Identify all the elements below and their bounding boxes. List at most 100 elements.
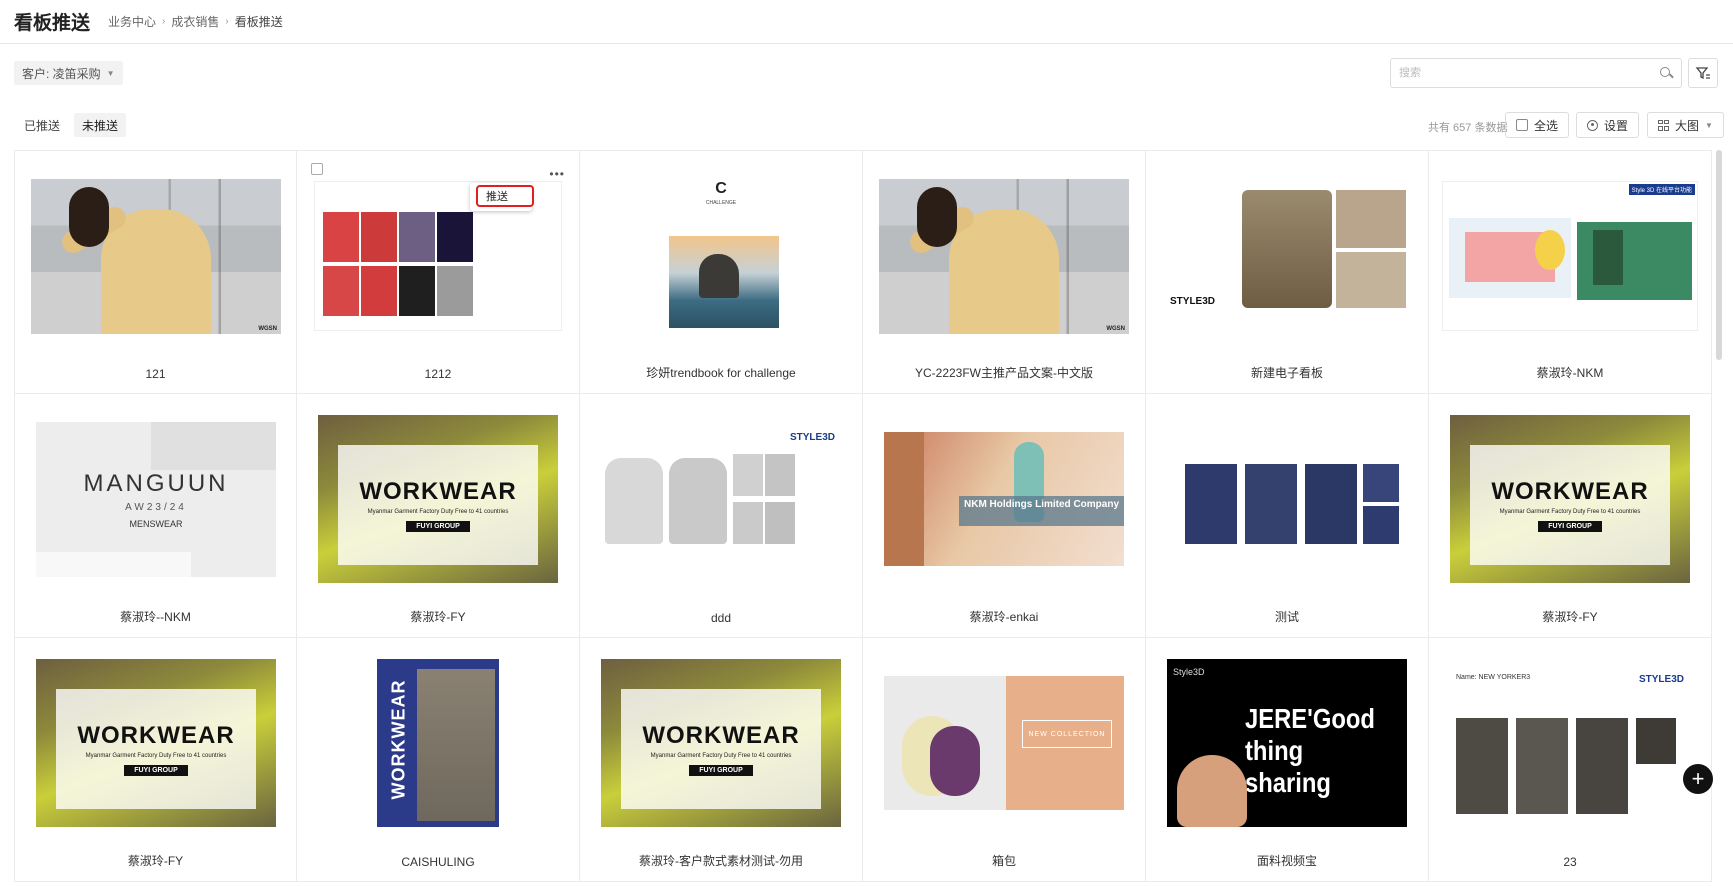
customer-select[interactable]: 客户: 凌笛采购 ▼ (14, 61, 123, 85)
hat-board: STYLE3D (1162, 176, 1412, 336)
nkm-cover: NKM Holdings Limited Company (884, 432, 1124, 566)
tab-pushed[interactable]: 已推送 (16, 113, 68, 137)
style3d-logo: STYLE3D (1638, 674, 1684, 685)
tab-not-pushed[interactable]: 未推送 (74, 113, 127, 137)
push-menu-item[interactable]: 推送 (476, 185, 534, 207)
woman-photo: WGSN (879, 178, 1129, 334)
board-card[interactable]: Style3D JERE'Good thing sharing 面料视频宝 (1146, 638, 1429, 882)
card-thumbnail[interactable] (1154, 402, 1420, 596)
card-thumbnail[interactable]: WORKWEAR Myanmar Garment Factory Duty Fr… (23, 646, 289, 840)
card-thumbnail[interactable]: Style3D JERE'Good thing sharing (1154, 646, 1420, 840)
workwear-title: WORKWEAR (77, 722, 235, 749)
breadcrumb-current: 看板推送 (234, 15, 283, 29)
select-all-checkbox[interactable] (1516, 119, 1528, 131)
board-card[interactable]: STYLE3D ddd (580, 394, 863, 638)
workwear-subtitle: Myanmar Garment Factory Duty Free to 41 … (1499, 509, 1641, 515)
card-thumbnail[interactable]: STYLE3D (588, 402, 854, 596)
nkm-text: NKM Holdings Limited Company (959, 496, 1124, 526)
workwear-vertical: WORKWEAR (388, 679, 409, 800)
workwear-subtitle: Myanmar Garment Factory Duty Free to 41 … (367, 509, 509, 515)
board-card[interactable]: MANGUUN AW23/24 MENSWEAR 蔡淑玲--NKM (14, 394, 297, 638)
manguun-logo: MANGUUN (83, 469, 229, 497)
workwear-subtitle: Myanmar Garment Factory Duty Free to 41 … (85, 753, 227, 759)
board-card[interactable]: WORKWEAR CAISHULING (297, 638, 580, 882)
board-card[interactable]: NEW COLLECTION 箱包 (863, 638, 1146, 882)
coat-title: Name: NEW YORKER3 (1456, 674, 1531, 681)
add-button[interactable]: + (1683, 764, 1713, 794)
scrollbar[interactable] (1716, 150, 1722, 360)
card-title: 蔡淑玲-FY (127, 854, 184, 868)
chevron-down-icon: ▼ (1705, 120, 1713, 130)
challenge-cover: C CHALLENGE (596, 166, 846, 346)
card-title: 测试 (1274, 610, 1299, 624)
card-title: 珍妍trendbook for challenge (646, 366, 796, 380)
card-title: 蔡淑玲-客户款式素材测试-勿用 (639, 854, 803, 868)
chevron-right-icon: › (162, 16, 166, 27)
card-title: YC-2223FW主推产品文案-中文版 (914, 366, 1093, 380)
breadcrumb-item[interactable]: 成衣销售 (171, 13, 219, 30)
board-card[interactable]: WORKWEAR Myanmar Garment Factory Duty Fr… (14, 638, 297, 882)
search-box[interactable] (1390, 58, 1682, 88)
board-card[interactable]: STYLE3D 新建电子看板 (1146, 150, 1429, 394)
breadcrumb-item[interactable]: 业务中心 (108, 13, 156, 30)
card-thumbnail[interactable]: WORKWEAR Myanmar Garment Factory Duty Fr… (1437, 402, 1703, 596)
fuyi-group-label: FUYI GROUP (124, 765, 188, 776)
card-menu: 推送 (470, 183, 534, 211)
card-thumbnail[interactable]: WORKWEAR Myanmar Garment Factory Duty Fr… (305, 402, 571, 596)
board-card[interactable]: Style 3D 在线平台功能 蔡淑玲-NKM (1429, 150, 1712, 394)
card-title: 23 (1563, 855, 1577, 869)
style3d-logo: STYLE3D (789, 432, 835, 443)
card-thumbnail[interactable]: WORKWEAR (305, 646, 571, 840)
filter-button[interactable] (1688, 58, 1718, 88)
card-thumbnail[interactable]: WGSN (871, 159, 1137, 353)
style3d-board: Style 3D 在线平台功能 (1442, 181, 1698, 331)
grid-icon (1658, 119, 1669, 131)
card-title: 蔡淑玲-FY (1542, 610, 1598, 624)
hoodie-board: STYLE3D (601, 424, 841, 574)
card-title: 121 (145, 367, 166, 381)
select-all-button[interactable]: 全选 (1505, 112, 1570, 138)
board-card[interactable]: ••• 推送 1212 (297, 150, 580, 394)
view-mode-label: 大图 (1675, 118, 1700, 133)
more-icon[interactable]: ••• (549, 167, 565, 181)
card-checkbox[interactable] (311, 163, 323, 175)
board-card[interactable]: Name: NEW YORKER3 STYLE3D 23 (1429, 638, 1712, 882)
card-title: CAISHULING (401, 855, 475, 869)
style3d-banner: Style 3D 在线平台功能 (1628, 184, 1695, 195)
board-card[interactable]: WORKWEAR Myanmar Garment Factory Duty Fr… (580, 638, 863, 882)
board-card[interactable]: 测试 (1146, 394, 1429, 638)
menswear-label: MENSWEAR (129, 518, 183, 529)
card-thumbnail[interactable]: NKM Holdings Limited Company (871, 402, 1137, 596)
chevron-right-icon: › (225, 16, 229, 27)
card-thumbnail[interactable]: MANGUUN AW23/24 MENSWEAR (23, 402, 289, 596)
workwear-title: WORKWEAR (642, 722, 800, 749)
card-thumbnail[interactable]: WGSN (23, 159, 289, 353)
bags-cover: NEW COLLECTION (884, 676, 1124, 810)
toolbar-divider (1638, 117, 1639, 133)
view-mode-select[interactable]: 大图 ▼ (1647, 112, 1724, 138)
card-thumbnail[interactable]: STYLE3D (1154, 159, 1420, 353)
card-thumbnail[interactable]: WORKWEAR Myanmar Garment Factory Duty Fr… (588, 646, 854, 840)
board-card[interactable]: WORKWEAR Myanmar Garment Factory Duty Fr… (1429, 394, 1712, 638)
card-title: 1212 (424, 367, 452, 381)
board-card[interactable]: WGSN 121 (14, 150, 297, 394)
style3d-logo: STYLE3D (1170, 296, 1216, 307)
settings-button[interactable]: 设置 (1576, 112, 1640, 138)
search-icon[interactable] (1659, 66, 1673, 80)
card-title: 蔡淑玲--NKM (120, 610, 191, 624)
search-input[interactable] (1399, 67, 1659, 79)
card-thumbnail[interactable]: Style 3D 在线平台功能 (1437, 159, 1703, 353)
board-card[interactable]: NKM Holdings Limited Company 蔡淑玲-enkai (863, 394, 1146, 638)
board-card[interactable]: C CHALLENGE 珍妍trendbook for challenge (580, 150, 863, 394)
board-card[interactable]: WGSN YC-2223FW主推产品文案-中文版 (863, 150, 1146, 394)
board-card[interactable]: WORKWEAR Myanmar Garment Factory Duty Fr… (297, 394, 580, 638)
card-thumbnail[interactable]: NEW COLLECTION (871, 646, 1137, 840)
workwear-title: WORKWEAR (1491, 478, 1649, 505)
card-thumbnail[interactable]: C CHALLENGE (588, 159, 854, 353)
board-card-grid: WGSN 121 ••• 推送 1212 C CHALLENGE 珍妍trend… (14, 150, 1714, 886)
workwear-subtitle: Myanmar Garment Factory Duty Free to 41 … (650, 753, 792, 759)
workwear-cover: WORKWEAR Myanmar Garment Factory Duty Fr… (1450, 415, 1690, 583)
card-thumbnail[interactable]: Name: NEW YORKER3 STYLE3D (1437, 646, 1703, 840)
card-title: 新建电子看板 (1250, 366, 1323, 380)
push-status-tabs: 已推送 未推送 (16, 113, 127, 137)
